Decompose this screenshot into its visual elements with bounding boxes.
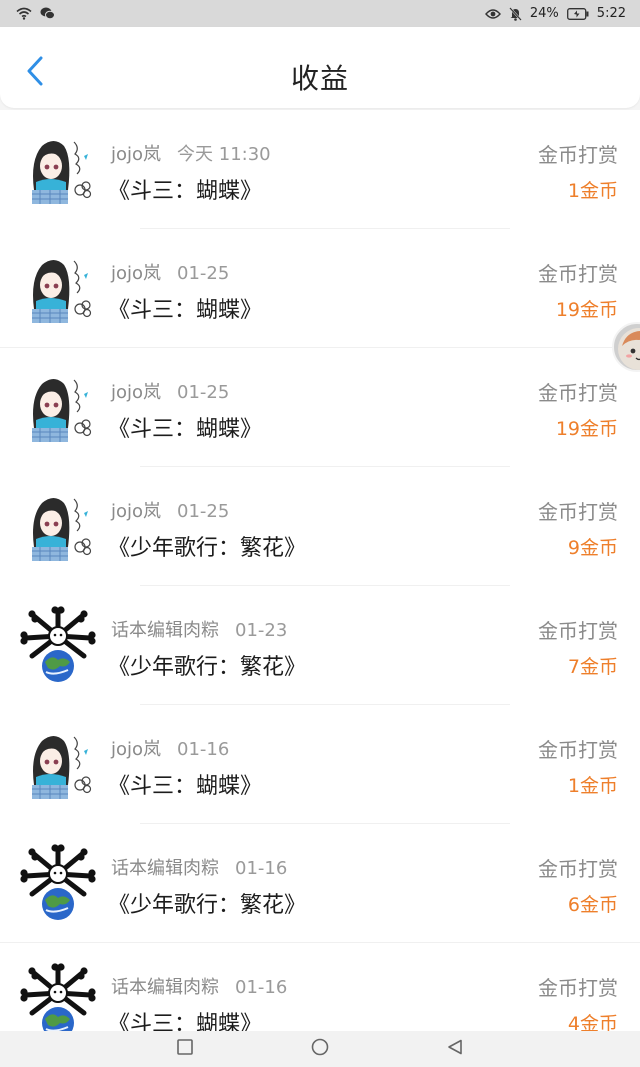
avatar[interactable] <box>20 130 96 206</box>
tip-type: 金币打赏 <box>538 976 618 1000</box>
username[interactable]: 话本编辑肉粽 <box>111 858 219 879</box>
app-header: 收益 <box>0 27 640 108</box>
record-time: 01-25 <box>177 382 230 403</box>
list-item[interactable]: jojo岚 01-25 《少年歌行：繁花》 金币打赏 9金币 <box>0 467 640 586</box>
status-bar: 24% 5:22 <box>0 0 640 27</box>
avatar[interactable] <box>20 844 96 920</box>
tip-amount: 19金币 <box>555 418 618 440</box>
tip-type: 金币打赏 <box>538 262 618 286</box>
book-title: 《少年歌行：繁花》 <box>108 655 307 680</box>
username[interactable]: 话本编辑肉粽 <box>111 620 219 641</box>
battery-percent: 24% <box>529 6 559 21</box>
book-title: 《斗三：蝴蝶》 <box>108 417 263 442</box>
avatar[interactable] <box>20 368 96 444</box>
tip-amount: 1金币 <box>567 180 618 202</box>
avatar[interactable] <box>20 487 96 563</box>
list-item[interactable]: jojo岚 01-25 《斗三：蝴蝶》 金币打赏 19金币 <box>0 348 640 467</box>
wifi-icon <box>16 7 32 20</box>
avatar[interactable] <box>20 249 96 325</box>
book-title: 《少年歌行：繁花》 <box>108 893 307 918</box>
record-time: 01-16 <box>235 858 288 879</box>
book-title: 《斗三：蝴蝶》 <box>108 774 263 799</box>
tip-amount: 1金币 <box>567 775 618 797</box>
clock: 5:22 <box>596 6 626 21</box>
tip-type: 金币打赏 <box>538 381 618 405</box>
home-icon[interactable] <box>311 1038 329 1060</box>
back-triangle-icon[interactable] <box>447 1039 463 1059</box>
tip-amount: 19金币 <box>555 299 618 321</box>
username[interactable]: 话本编辑肉粽 <box>111 977 219 998</box>
record-time: 01-25 <box>177 501 230 522</box>
avatar[interactable] <box>20 963 96 1031</box>
earnings-list: jojo岚 今天 11:30 《斗三：蝴蝶》 金币打赏 1金币 jojo岚 01-2… <box>0 110 640 1031</box>
list-item[interactable]: jojo岚 01-16 《斗三：蝴蝶》 金币打赏 1金币 <box>0 705 640 824</box>
book-title: 《斗三：蝴蝶》 <box>108 298 263 323</box>
avatar[interactable] <box>20 606 96 682</box>
tip-type: 金币打赏 <box>538 738 618 762</box>
record-time: 01-16 <box>235 977 288 998</box>
tip-amount: 6金币 <box>567 894 618 916</box>
bell-off-icon <box>509 6 522 21</box>
list-item[interactable]: jojo岚 01-25 《斗三：蝴蝶》 金币打赏 19金币 <box>0 229 640 348</box>
tip-amount: 9金币 <box>567 537 618 559</box>
list-item[interactable]: 话本编辑肉粽 01-16 《少年歌行：繁花》 金币打赏 6金币 <box>0 824 640 943</box>
username[interactable]: jojo岚 <box>111 144 161 165</box>
record-time: 今天 11:30 <box>177 144 271 165</box>
record-time: 01-16 <box>177 739 230 760</box>
book-title: 《斗三：蝴蝶》 <box>108 1012 263 1031</box>
avatar[interactable] <box>20 725 96 801</box>
tip-type: 金币打赏 <box>538 500 618 524</box>
username[interactable]: jojo岚 <box>111 382 161 403</box>
system-nav-bar <box>0 1031 640 1067</box>
wechat-icon <box>40 7 55 20</box>
tip-type: 金币打赏 <box>538 143 618 167</box>
eye-icon <box>484 8 501 20</box>
battery-icon <box>566 7 589 20</box>
record-time: 01-23 <box>235 620 288 641</box>
book-title: 《少年歌行：繁花》 <box>108 536 307 561</box>
record-time: 01-25 <box>177 263 230 284</box>
tip-amount: 4金币 <box>567 1013 618 1031</box>
page-title: 收益 <box>290 62 349 95</box>
list-item[interactable]: 话本编辑肉粽 01-16 《斗三：蝴蝶》 金币打赏 4金币 <box>0 943 640 1031</box>
tip-type: 金币打赏 <box>538 857 618 881</box>
username[interactable]: jojo岚 <box>111 263 161 284</box>
list-item[interactable]: jojo岚 今天 11:30 《斗三：蝴蝶》 金币打赏 1金币 <box>0 110 640 229</box>
username[interactable]: jojo岚 <box>111 739 161 760</box>
list-item[interactable]: 话本编辑肉粽 01-23 《少年歌行：繁花》 金币打赏 7金币 <box>0 586 640 705</box>
username[interactable]: jojo岚 <box>111 501 161 522</box>
recent-apps-icon[interactable] <box>177 1039 193 1059</box>
book-title: 《斗三：蝴蝶》 <box>108 179 263 204</box>
tip-type: 金币打赏 <box>538 619 618 643</box>
tip-amount: 7金币 <box>567 656 618 678</box>
